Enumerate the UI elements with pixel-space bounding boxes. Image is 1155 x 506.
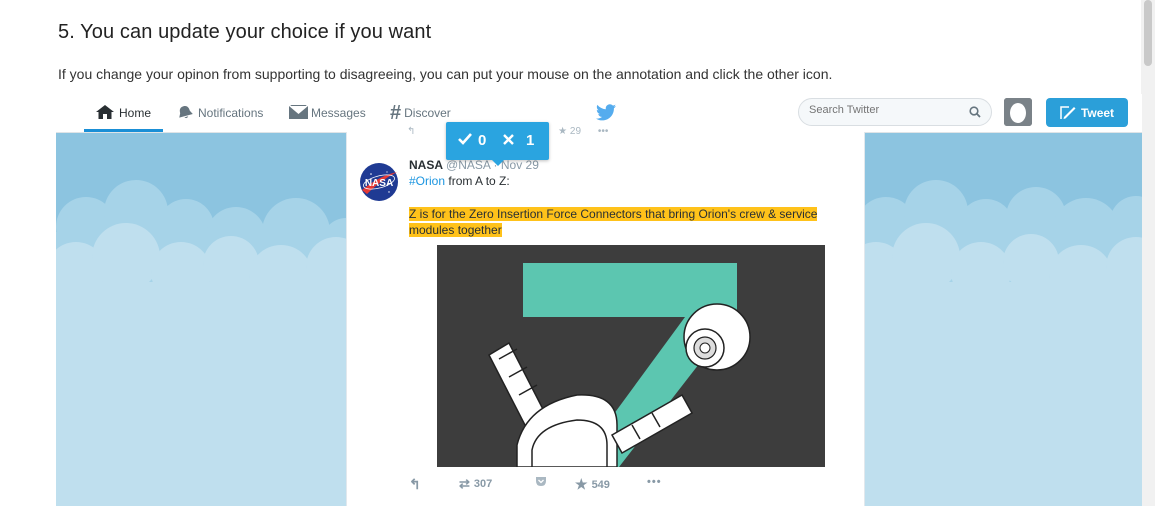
retweet-icon: ⇄ [459, 476, 470, 491]
tweet-button[interactable]: Tweet [1046, 98, 1128, 127]
search-icon[interactable] [969, 105, 981, 123]
tweet-card[interactable]: ↰ ★ 29 ••• NASA NASA@NASA · Nov 29 #Orio… [346, 126, 865, 506]
author-name[interactable]: NASA [409, 158, 443, 172]
star-icon[interactable]: ★ [558, 126, 567, 137]
support-vote[interactable]: 0 [458, 132, 486, 149]
hashtag-link[interactable]: #Orion [409, 174, 445, 188]
bell-icon [177, 105, 193, 122]
tweet-author: NASA@NASA · Nov 29 [409, 158, 539, 172]
nav-notifications[interactable]: Notifications [177, 94, 263, 132]
tweet-text-line: #Orion from A to Z: [409, 174, 510, 188]
tweet-button-label: Tweet [1080, 105, 1115, 120]
pocket-button[interactable] [535, 476, 547, 490]
home-icon [96, 104, 114, 122]
annotation-vote-popup: 0 1 [446, 122, 549, 166]
svg-text:NASA: NASA [365, 178, 393, 189]
twitter-bird-icon[interactable] [596, 104, 616, 126]
favorite-count: 549 [591, 478, 610, 491]
retweet-count: 307 [473, 478, 493, 490]
step-description: If you change your opinon from supportin… [58, 66, 833, 82]
active-tab-indicator [84, 129, 163, 132]
page-scrollbar[interactable] [1141, 0, 1155, 506]
hashtag-icon: # [390, 101, 402, 124]
tweet-image[interactable] [437, 245, 825, 467]
star-icon: ★ [575, 476, 588, 492]
tweet-text-rest: from A to Z: [445, 174, 510, 188]
more-options-button[interactable]: ••• [647, 476, 662, 488]
reply-icon[interactable]: ↰ [407, 126, 415, 137]
nav-home[interactable]: Home [96, 94, 151, 132]
search-input[interactable] [809, 104, 959, 116]
scrollbar-thumb[interactable] [1144, 0, 1152, 66]
cross-icon[interactable] [503, 132, 514, 149]
envelope-icon [288, 103, 309, 122]
disagree-count: 1 [526, 132, 535, 149]
step-title: 5. You can update your choice if you wan… [58, 21, 432, 43]
previous-favorites-count: 29 [569, 126, 582, 137]
tweet-actions: ↰ ⇄ 307 ★ 549 ••• [409, 476, 709, 496]
nasa-logo-avatar[interactable]: NASA [359, 162, 399, 202]
avatar[interactable] [1004, 98, 1032, 126]
support-count: 0 [478, 132, 487, 149]
nav-messages[interactable]: Messages [288, 94, 366, 132]
nav-home-label: Home [119, 106, 152, 120]
annotated-text[interactable]: Z is for the Zero Insertion Force Connec… [409, 206, 839, 238]
compose-icon [1060, 105, 1076, 120]
more-icon: ••• [647, 476, 662, 488]
more-icon[interactable]: ••• [598, 126, 609, 137]
favorite-button[interactable]: ★ 549 [575, 476, 610, 493]
nav-discover-label: Discover [404, 106, 451, 120]
disagree-vote[interactable]: 1 [503, 132, 534, 149]
reply-button[interactable]: ↰ [409, 476, 421, 493]
retweet-button[interactable]: ⇄ 307 [459, 476, 492, 492]
nav-notifications-label: Notifications [198, 106, 264, 120]
twitter-screenshot: Home Notifications Messages # Discover S… [56, 94, 1142, 506]
check-icon[interactable] [458, 132, 472, 149]
pocket-icon [535, 476, 547, 490]
search-box[interactable] [798, 98, 992, 126]
nav-messages-label: Messages [311, 106, 366, 120]
reply-icon: ↰ [409, 476, 421, 492]
annotation-highlight[interactable]: Z is for the Zero Insertion Force Connec… [409, 207, 818, 237]
